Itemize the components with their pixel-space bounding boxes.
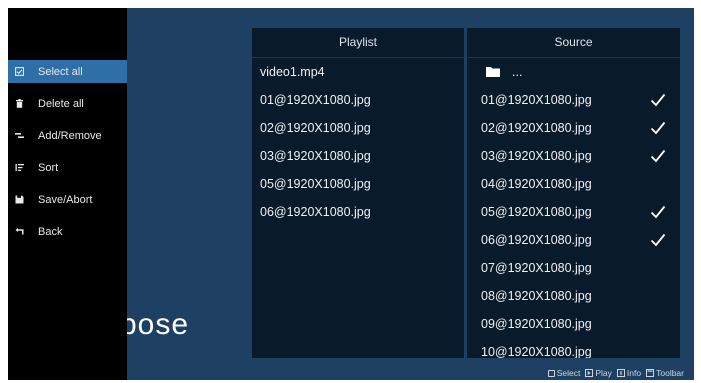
source-panel: Source ... 01@1920X1080.jpg 02@1920X1080.… <box>467 28 680 358</box>
source-file-item[interactable]: 06@1920X1080.jpg <box>467 226 680 254</box>
play-key-icon <box>585 369 594 377</box>
checkmark-icon <box>650 233 666 247</box>
hint-bar: Select Play Info Toolbar <box>547 368 684 378</box>
source-file-name: 07@1920X1080.jpg <box>481 261 592 275</box>
menu-item-sort[interactable]: Sort <box>8 156 127 179</box>
save-icon <box>15 195 24 204</box>
menu-list: Select all Delete all Add/Remove Sort Sa… <box>8 60 127 252</box>
info-key-icon <box>616 369 625 377</box>
background-title-fragment: pose <box>120 308 190 341</box>
back-icon <box>15 227 24 236</box>
menu-item-label: Add/Remove <box>38 129 102 142</box>
playlist-item[interactable]: 05@1920X1080.jpg <box>252 170 464 198</box>
source-file-name: 10@1920X1080.jpg <box>481 345 592 358</box>
hint-play: Play <box>585 368 612 378</box>
parent-folder-label: ... <box>512 65 523 79</box>
folder-icon <box>486 67 500 77</box>
menu-item-label: Sort <box>38 161 59 174</box>
menu-item-back[interactable]: Back <box>8 220 127 243</box>
source-file-item[interactable]: 01@1920X1080.jpg <box>467 86 680 114</box>
source-file-list: 01@1920X1080.jpg 02@1920X1080.jpg 03@1920X… <box>467 86 680 358</box>
hint-toolbar: Toolbar <box>646 368 684 378</box>
checkmark-icon <box>650 93 666 107</box>
parent-folder-item[interactable]: ... <box>467 58 680 86</box>
hint-play-label: Play <box>595 368 612 378</box>
menu-item-label: Back <box>38 225 63 238</box>
source-file-name: 09@1920X1080.jpg <box>481 317 592 331</box>
checkmark-icon <box>650 149 666 163</box>
menu-item-add-remove[interactable]: Add/Remove <box>8 124 127 147</box>
hint-select: Select <box>547 368 581 378</box>
hint-select-label: Select <box>556 368 581 378</box>
sort-icon <box>15 163 24 172</box>
menu-item-select-all[interactable]: Select all <box>8 60 127 83</box>
media-player-screen: pose Select all Delete all Add/Remove So… <box>8 8 694 380</box>
source-file-item[interactable]: 05@1920X1080.jpg <box>467 198 680 226</box>
menu-item-label: Save/Abort <box>38 193 93 206</box>
source-file-name: 03@1920X1080.jpg <box>481 149 592 163</box>
hint-info-label: Info <box>626 368 642 378</box>
playlist-item[interactable]: video1.mp4 <box>252 58 464 86</box>
checkmark-icon <box>650 205 666 219</box>
menu-item-label: Select all <box>38 65 83 78</box>
checkmark-icon <box>650 121 666 135</box>
trash-icon <box>15 99 24 108</box>
hint-toolbar-label: Toolbar <box>656 368 684 378</box>
source-file-name: 05@1920X1080.jpg <box>481 205 592 219</box>
playlist-panel: Playlist video1.mp4 01@1920X1080.jpg 02@… <box>252 28 464 358</box>
playlist-item[interactable]: 02@1920X1080.jpg <box>252 114 464 142</box>
ok-key-icon <box>547 369 555 377</box>
hint-info: Info <box>616 368 642 378</box>
source-file-item[interactable]: 07@1920X1080.jpg <box>467 254 680 282</box>
source-file-item[interactable]: 03@1920X1080.jpg <box>467 142 680 170</box>
playlist-item[interactable]: 01@1920X1080.jpg <box>252 86 464 114</box>
source-file-name: 01@1920X1080.jpg <box>481 93 592 107</box>
toolbar-key-icon <box>646 369 655 377</box>
checkbox-icon <box>15 67 24 76</box>
source-title: Source <box>467 28 680 58</box>
source-file-name: 02@1920X1080.jpg <box>481 121 592 135</box>
sidebar-menu: Select all Delete all Add/Remove Sort Sa… <box>8 8 127 380</box>
menu-item-delete-all[interactable]: Delete all <box>8 92 127 115</box>
source-file-item[interactable]: 09@1920X1080.jpg <box>467 310 680 338</box>
menu-item-save-abort[interactable]: Save/Abort <box>8 188 127 211</box>
source-file-item[interactable]: 10@1920X1080.jpg <box>467 338 680 358</box>
playlist-title: Playlist <box>252 28 464 58</box>
add-remove-icon <box>15 131 24 140</box>
source-file-item[interactable]: 08@1920X1080.jpg <box>467 282 680 310</box>
source-file-item[interactable]: 02@1920X1080.jpg <box>467 114 680 142</box>
playlist-item[interactable]: 03@1920X1080.jpg <box>252 142 464 170</box>
source-file-name: 06@1920X1080.jpg <box>481 233 592 247</box>
source-file-name: 08@1920X1080.jpg <box>481 289 592 303</box>
source-file-name: 04@1920X1080.jpg <box>481 177 592 191</box>
playlist-item[interactable]: 06@1920X1080.jpg <box>252 198 464 226</box>
source-file-item[interactable]: 04@1920X1080.jpg <box>467 170 680 198</box>
menu-item-label: Delete all <box>38 97 84 110</box>
